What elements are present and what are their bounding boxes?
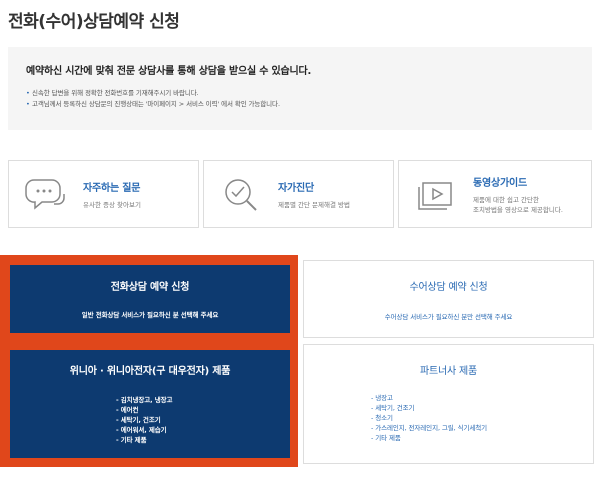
sign-consult-subtitle: 수어상담 서비스가 필요하신 분만 선택해 주세요 <box>384 313 513 321</box>
phone-consult-title: 전화상담 예약 신청 <box>110 282 190 293</box>
list-item: - 기타 제품 <box>116 436 147 444</box>
faq-desc: 유사한 증상 찾아보기 <box>83 200 141 209</box>
phone-consult-option[interactable]: 전화상담 예약 신청 일반 전화상담 서비스가 필요하신 분 선택해 주세요 <box>10 265 290 333</box>
notice-heading: 예약하신 시간에 맞춰 전문 상담사를 통해 상담을 받으실 수 있습니다. <box>26 66 312 77</box>
winia-products-list: - 김치냉장고, 냉장고 - 에어컨 - 세탁기, 건조기 - 에어워셔, 제습… <box>116 395 290 445</box>
video-play-icon <box>399 161 473 227</box>
list-item: - 에어워셔, 제습기 <box>116 426 167 434</box>
winia-products-option[interactable]: 위니아 · 위니아전자(구 대우전자) 제품 - 김치냉장고, 냉장고 - 에어… <box>10 350 290 458</box>
partner-products-list: - 냉장고 - 세탁기, 건조기 - 청소기 - 가스레인지, 전자레인지, 그… <box>371 393 593 443</box>
faq-card[interactable]: 자주하는 질문 유사한 증상 찾아보기 <box>8 160 199 228</box>
list-item: - 가스레인지, 전자레인지, 그릴, 식기세척기 <box>371 424 487 432</box>
list-item: - 에어컨 <box>116 406 139 414</box>
winia-products-title: 위니아 · 위니아전자(구 대우전자) 제품 <box>69 366 231 377</box>
list-item: - 세탁기, 건조기 <box>116 416 161 424</box>
list-item: - 냉장고 <box>371 394 393 402</box>
video-guide-title: 동영상가이드 <box>473 177 527 189</box>
self-diagnosis-title: 자가진단 <box>278 182 314 194</box>
notice-box: 예약하신 시간에 맞춰 전문 상담사를 통해 상담을 받으실 수 있습니다. 신… <box>8 47 592 130</box>
list-item: - 청소기 <box>371 414 393 422</box>
partner-products-option[interactable]: 파트너사 제품 - 냉장고 - 세탁기, 건조기 - 청소기 - 가스레인지, … <box>303 344 594 464</box>
phone-consult-subtitle: 일반 전화상담 서비스가 필요하신 분 선택해 주세요 <box>81 311 219 319</box>
self-diagnosis-desc: 제품별 간단 문제해결 방법 <box>278 200 350 209</box>
sign-consult-title: 수어상담 예약 신청 <box>409 282 488 293</box>
self-diagnosis-card[interactable]: 자가진단 제품별 간단 문제해결 방법 <box>203 160 394 228</box>
video-guide-card[interactable]: 동영상가이드 제품에 대한 쉽고 간단한 조치방법을 영상으로 제공합니다. <box>398 160 592 228</box>
page-title: 전화(수어)상담예약 신청 <box>8 12 180 32</box>
list-item: - 김치냉장고, 냉장고 <box>116 396 173 404</box>
notice-list: 신속한 답변을 위해 정확한 전화번호를 기재해주시기 바랍니다. 고객님께서 … <box>26 88 574 110</box>
partner-products-title: 파트너사 제품 <box>420 366 477 377</box>
notice-item: 신속한 답변을 위해 정확한 전화번호를 기재해주시기 바랍니다. <box>26 88 574 99</box>
check-magnifier-icon <box>204 161 278 227</box>
list-item: - 세탁기, 건조기 <box>371 404 415 412</box>
notice-item: 고객님께서 등록하신 상담문의 진행상태는 '마이페이지 > 서비스 이력' 에… <box>26 99 574 110</box>
video-guide-desc-line: 조치방법을 영상으로 제공합니다. <box>473 205 563 214</box>
sign-consult-option[interactable]: 수어상담 예약 신청 수어상담 서비스가 필요하신 분만 선택해 주세요 <box>303 260 594 338</box>
chat-bubbles-icon <box>9 161 83 227</box>
faq-title: 자주하는 질문 <box>83 182 141 194</box>
list-item: - 기타 제품 <box>371 434 401 442</box>
video-guide-desc-line: 제품에 대한 쉽고 간단한 <box>473 195 539 204</box>
